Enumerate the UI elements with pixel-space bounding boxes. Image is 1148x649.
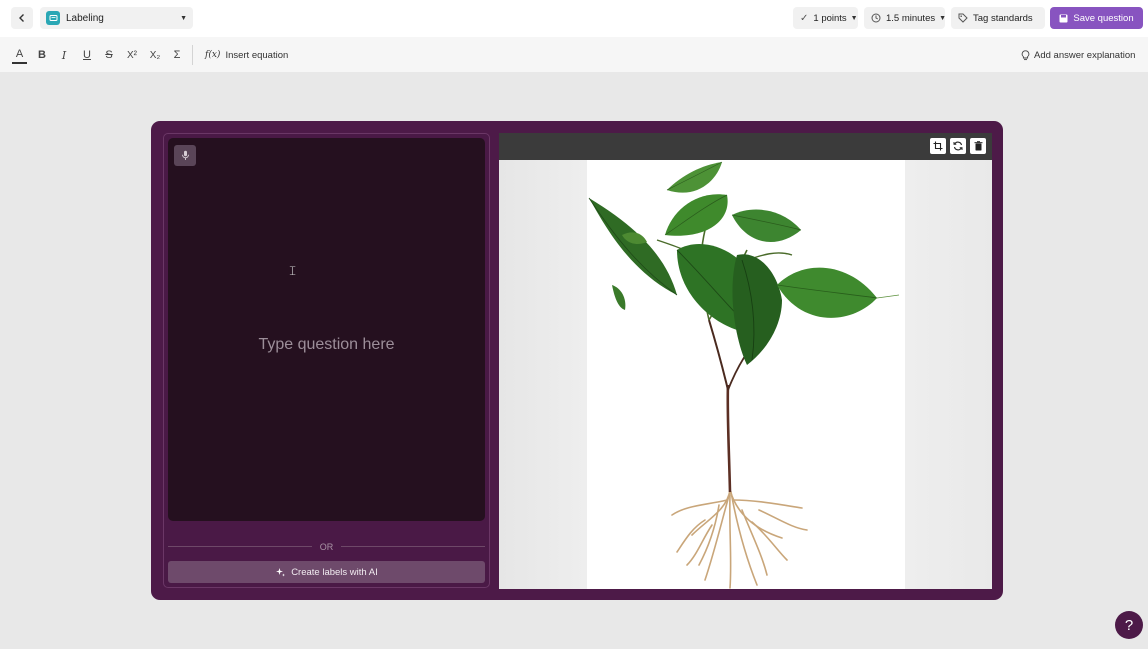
image-background xyxy=(499,160,587,589)
tag-standards-label: Tag standards xyxy=(973,12,1033,24)
question-type-label: Labeling xyxy=(66,12,104,24)
save-question-label: Save question xyxy=(1073,12,1134,24)
formatting-toolbar: A B I U S X² X₂ Σ f(x) Insert equation A… xyxy=(0,37,1148,72)
create-labels-ai-button[interactable]: Create labels with AI xyxy=(168,561,485,583)
microphone-button[interactable] xyxy=(174,145,196,166)
add-answer-explanation-button[interactable]: Add answer explanation xyxy=(1021,46,1135,64)
question-text-area[interactable] xyxy=(168,138,485,521)
refresh-icon xyxy=(953,141,963,151)
create-labels-ai-label: Create labels with AI xyxy=(291,566,378,578)
points-dropdown[interactable]: ✓ 1 points ▼ xyxy=(793,7,858,29)
labeling-icon xyxy=(46,11,60,25)
image-background xyxy=(905,160,992,589)
chevron-left-icon xyxy=(19,14,24,22)
clock-icon xyxy=(871,13,881,23)
caret-down-icon: ▼ xyxy=(939,14,947,22)
crop-icon xyxy=(933,141,943,151)
check-icon: ✓ xyxy=(800,12,809,24)
superscript-button[interactable]: X² xyxy=(124,46,140,64)
insert-equation-label: Insert equation xyxy=(225,49,289,61)
function-icon: f(x) xyxy=(205,50,221,60)
caret-down-icon: ▼ xyxy=(180,14,187,22)
delete-image-button[interactable] xyxy=(970,138,986,154)
save-question-button[interactable]: Save question xyxy=(1050,7,1143,29)
time-dropdown[interactable]: 1.5 minutes ▼ xyxy=(864,7,947,29)
microphone-icon xyxy=(181,150,189,160)
tag-icon xyxy=(958,13,968,23)
points-label: 1 points xyxy=(813,12,847,24)
add-answer-explanation-label: Add answer explanation xyxy=(1034,49,1136,61)
or-label: OR xyxy=(319,541,334,552)
insert-equation-button[interactable]: f(x) Insert equation xyxy=(205,46,288,64)
strikethrough-button[interactable]: S xyxy=(102,46,116,64)
top-bar: Labeling ▼ ✓ 1 points ▼ 1.5 minutes ▼ Ta… xyxy=(0,0,1148,37)
caret-down-icon: ▼ xyxy=(850,14,858,22)
or-separator: OR xyxy=(168,540,485,553)
save-icon xyxy=(1059,14,1068,23)
italic-button[interactable]: I xyxy=(57,46,71,64)
help-button[interactable]: ? xyxy=(1115,611,1143,639)
i-beam-cursor-icon: 𝙸 xyxy=(288,264,298,279)
tag-standards-button[interactable]: Tag standards xyxy=(951,7,1045,29)
crop-button[interactable] xyxy=(930,138,946,154)
question-placeholder: Type question here xyxy=(258,336,395,353)
image-toolbar xyxy=(499,133,992,160)
bold-button[interactable]: B xyxy=(35,46,49,64)
underline-button[interactable]: U xyxy=(80,46,94,64)
sigma-button[interactable]: Σ xyxy=(170,46,184,64)
toolbar-divider xyxy=(192,45,193,65)
trash-icon xyxy=(974,141,982,151)
plant-image[interactable] xyxy=(587,160,905,589)
separator-line xyxy=(168,546,312,547)
time-label: 1.5 minutes xyxy=(886,12,936,24)
replace-image-button[interactable] xyxy=(950,138,966,154)
text-color-button[interactable]: A xyxy=(12,46,27,64)
sparkle-icon xyxy=(275,567,286,578)
question-type-select[interactable]: Labeling ▼ xyxy=(40,7,193,29)
plant-illustration xyxy=(588,161,900,589)
separator-line xyxy=(341,546,485,547)
back-button[interactable] xyxy=(11,7,33,29)
subscript-button[interactable]: X₂ xyxy=(147,46,163,64)
lightbulb-icon xyxy=(1021,49,1030,61)
